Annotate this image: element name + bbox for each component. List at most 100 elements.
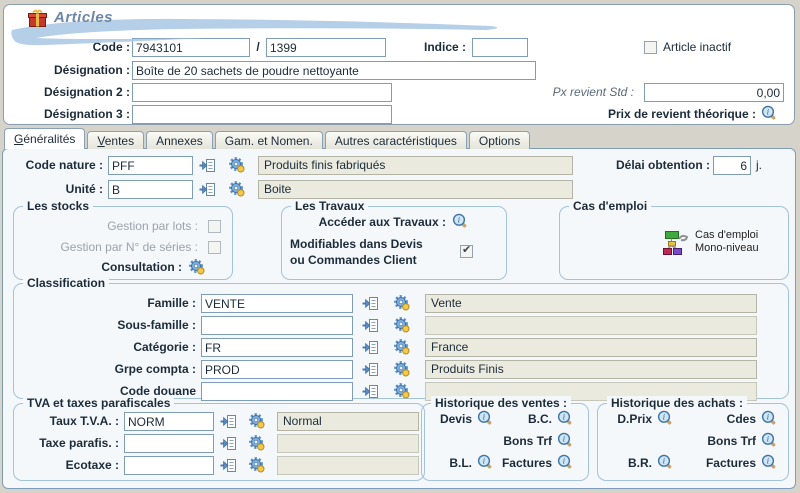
- famille-input[interactable]: [201, 294, 353, 313]
- px-revient-std-label: Px revient Std :: [474, 83, 634, 102]
- hist-achats-dprix-label: D.Prix: [600, 410, 652, 429]
- sous-famille-label: Sous-famille :: [22, 316, 196, 335]
- hist-ventes-devis-loupe-icon[interactable]: i: [477, 410, 494, 427]
- hist-achats-cdes-label: Cdes: [692, 410, 756, 429]
- taux-tva-label: Taux T.V.A. :: [14, 412, 119, 431]
- cas-emploi-line1: Cas d'emploi: [695, 229, 758, 242]
- taxe-parafis-gear-icon[interactable]: [248, 434, 265, 451]
- tab-autres-caracteristiques[interactable]: Autres caractéristiques: [325, 131, 467, 149]
- hist-ventes-devis-label: Devis: [424, 410, 472, 429]
- tab-generalites[interactable]: Généralités: [4, 128, 85, 149]
- cas-emploi-line2: Mono-niveau: [695, 242, 759, 255]
- hist-achats-bons-trf-label: Bons Trf: [692, 432, 756, 451]
- sous-famille-lookup-icon[interactable]: [362, 317, 379, 334]
- hist-ventes-bons-trf-label: Bons Trf: [494, 432, 552, 451]
- sous-famille-input[interactable]: [201, 316, 353, 335]
- grpe-compta-display: Produits Finis: [425, 360, 757, 379]
- tab-ventes[interactable]: Ventes: [87, 131, 144, 149]
- hist-achats-factures-label: Factures: [692, 454, 756, 473]
- hist-ventes-bc-loupe-icon[interactable]: i: [557, 410, 574, 427]
- sous-famille-display: [425, 316, 757, 335]
- hist-achats-br-loupe-icon[interactable]: i: [657, 454, 674, 471]
- sous-famille-gear-icon[interactable]: [393, 316, 410, 333]
- group-tva: TVA et taxes parafiscales Taux T.V.A. : …: [13, 403, 425, 481]
- hist-ventes-factures-loupe-icon[interactable]: i: [557, 454, 574, 471]
- designation3-input[interactable]: [132, 105, 392, 124]
- consultation-label: Consultation :: [22, 258, 182, 277]
- code-nature-label: Code nature :: [3, 156, 103, 175]
- hist-achats-factures-loupe-icon[interactable]: i: [761, 454, 778, 471]
- group-tva-title: TVA et taxes parafiscales: [23, 396, 174, 410]
- famille-display: Vente: [425, 294, 757, 313]
- hist-ventes-bl-loupe-icon[interactable]: i: [477, 454, 494, 471]
- unite-input[interactable]: [108, 180, 193, 199]
- categorie-input[interactable]: [201, 338, 353, 357]
- ecotaxe-gear-icon[interactable]: [248, 456, 265, 473]
- code-nature-gear-icon[interactable]: [228, 156, 245, 173]
- designation2-input[interactable]: [132, 83, 392, 102]
- delai-obtention-input[interactable]: [713, 156, 751, 175]
- prix-theorique-loupe-icon[interactable]: i: [761, 105, 778, 122]
- hist-achats-bons-trf-loupe-icon[interactable]: i: [761, 432, 778, 449]
- categorie-gear-icon[interactable]: [393, 338, 410, 355]
- hist-achats-dprix-loupe-icon[interactable]: i: [657, 410, 674, 427]
- tab-gam-et-nomen[interactable]: Gam. et Nomen.: [215, 131, 323, 149]
- gestion-par-lots-label: Gestion par lots :: [22, 217, 198, 236]
- tab-annexes[interactable]: Annexes: [146, 131, 213, 149]
- categorie-display: France: [425, 338, 757, 357]
- code-nature-input[interactable]: [108, 156, 193, 175]
- code-douane-gear-icon[interactable]: [393, 382, 410, 399]
- code-nature-lookup-icon[interactable]: [199, 157, 216, 174]
- article-header-panel: Articles Code : / Indice : Article inact…: [3, 4, 795, 125]
- taxe-parafis-display: [277, 434, 419, 453]
- delai-unit-label: j.: [756, 156, 776, 175]
- tab-options[interactable]: Options: [469, 131, 530, 149]
- cas-emploi-hierarchy-icon[interactable]: [662, 229, 690, 256]
- gestion-par-lots-checkbox: [208, 220, 221, 233]
- acceder-travaux-label: Accéder aux Travaux :: [288, 213, 446, 232]
- code-douane-lookup-icon[interactable]: [362, 383, 379, 400]
- unite-lookup-icon[interactable]: [199, 181, 216, 198]
- page-title: Articles: [54, 9, 113, 26]
- group-cas-emploi: Cas d'emploi Cas d'emploi Mono-niveau: [559, 206, 789, 280]
- grpe-compta-gear-icon[interactable]: [393, 360, 410, 377]
- consultation-gear-icon[interactable]: [188, 258, 205, 275]
- group-cas-emploi-title: Cas d'emploi: [569, 199, 651, 213]
- hist-ventes-bl-label: B.L.: [424, 454, 472, 473]
- modifiables-devis-label-line2: ou Commandes Client: [290, 251, 460, 270]
- group-historique-achats-title: Historique des achats :: [607, 396, 747, 410]
- group-les-stocks-title: Les stocks: [23, 199, 93, 213]
- ecotaxe-lookup-icon[interactable]: [220, 457, 237, 474]
- taux-tva-lookup-icon[interactable]: [220, 413, 237, 430]
- ecotaxe-input[interactable]: [124, 456, 214, 475]
- designation-input[interactable]: [132, 61, 536, 80]
- acceder-travaux-loupe-icon[interactable]: i: [452, 213, 469, 230]
- px-revient-std-input[interactable]: [644, 83, 784, 102]
- hist-achats-cdes-loupe-icon[interactable]: i: [761, 410, 778, 427]
- designation3-label: Désignation 3 :: [12, 105, 130, 124]
- group-historique-achats: Historique des achats : D.Prix i Cdes i …: [597, 403, 789, 481]
- famille-lookup-icon[interactable]: [362, 295, 379, 312]
- group-les-stocks: Les stocks Gestion par lots : Gestion pa…: [13, 206, 233, 280]
- group-les-travaux: Les Travaux Accéder aux Travaux : i Modi…: [281, 206, 507, 280]
- taux-tva-input[interactable]: [124, 412, 214, 431]
- unite-gear-icon[interactable]: [228, 180, 245, 197]
- article-inactif-checkbox[interactable]: [644, 41, 657, 54]
- modifiables-devis-checkbox[interactable]: [460, 245, 473, 258]
- code-douane-input[interactable]: [201, 382, 353, 401]
- taxe-parafis-lookup-icon[interactable]: [220, 435, 237, 452]
- hist-ventes-bons-trf-loupe-icon[interactable]: i: [557, 432, 574, 449]
- gestion-par-series-checkbox: [208, 241, 221, 254]
- taux-tva-gear-icon[interactable]: [248, 412, 265, 429]
- famille-gear-icon[interactable]: [393, 294, 410, 311]
- categorie-lookup-icon[interactable]: [362, 339, 379, 356]
- unite-display: Boite: [258, 180, 573, 199]
- generalites-tab-panel: Code nature : Produits finis fabriqués D…: [2, 148, 796, 489]
- grpe-compta-input[interactable]: [201, 360, 353, 379]
- grpe-compta-lookup-icon[interactable]: [362, 361, 379, 378]
- ecotaxe-display: [277, 456, 419, 475]
- code-nature-display: Produits finis fabriqués: [258, 156, 573, 175]
- gestion-par-series-label: Gestion par N° de séries :: [22, 238, 198, 257]
- group-les-travaux-title: Les Travaux: [291, 199, 368, 213]
- taxe-parafis-input[interactable]: [124, 434, 214, 453]
